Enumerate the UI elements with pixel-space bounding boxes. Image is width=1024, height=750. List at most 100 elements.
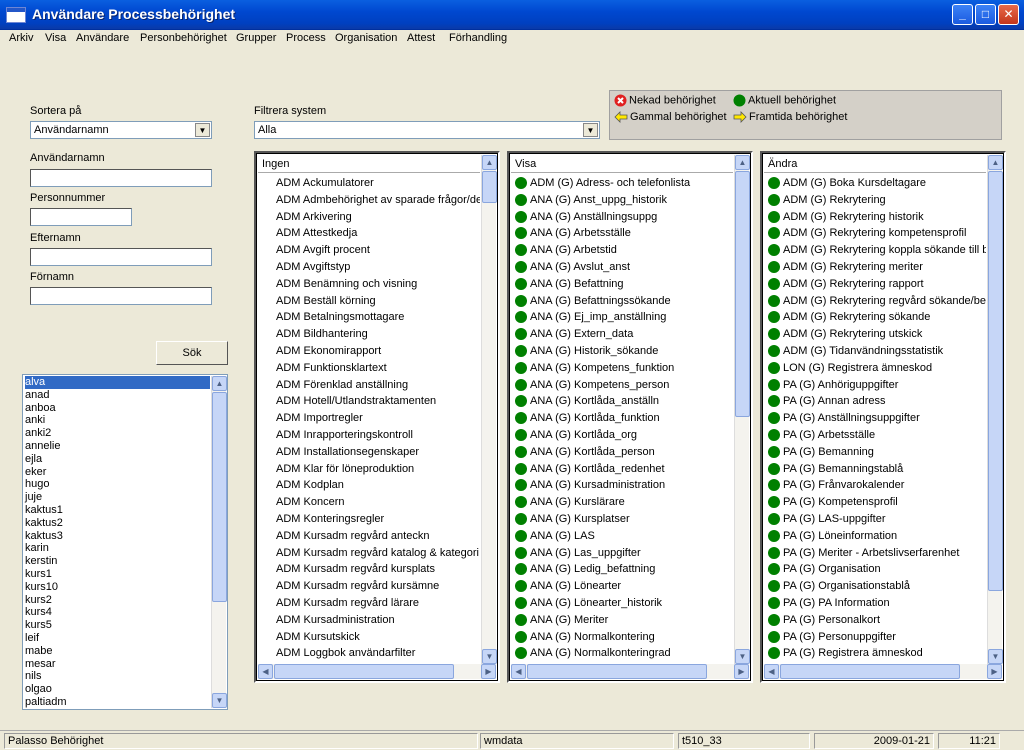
list-item[interactable]: ADM Kursadm regvård kursplats: [276, 563, 480, 579]
scroll-thumb[interactable]: [274, 664, 454, 679]
scroll-thumb[interactable]: [527, 664, 707, 679]
list-item[interactable]: ANA (G) Normalkonteringrad: [515, 647, 733, 663]
user-list-item[interactable]: kurs10: [25, 581, 58, 594]
user-list-item[interactable]: leif: [25, 632, 39, 645]
list-item[interactable]: ADM Kursadm regvård kursämne: [276, 580, 480, 596]
list-item[interactable]: ADM Avgiftstyp: [276, 261, 480, 277]
list-item[interactable]: ANA (G) Kompetens_funktion: [515, 361, 733, 378]
list-item[interactable]: PA (G) PA Information: [768, 597, 986, 613]
list-item[interactable]: ANA (G) Anställningsuppg: [515, 210, 733, 227]
user-list-item[interactable]: kurs4: [25, 606, 52, 619]
list-item[interactable]: ANA (G) Las_uppgifter: [515, 546, 733, 563]
username-input[interactable]: [30, 169, 212, 187]
vertical-scrollbar[interactable]: ▲ ▼: [481, 155, 497, 664]
list-item[interactable]: PA (G) Löneinformation: [768, 529, 986, 546]
horizontal-scrollbar[interactable]: ◀ ▶: [764, 664, 1002, 679]
list-andra[interactable]: Ändra ADM (G) Boka Kursdeltagare ADM (G) …: [760, 151, 1006, 683]
list-item[interactable]: ANA (G) Befattning: [515, 277, 733, 294]
scroll-right-icon[interactable]: ▶: [481, 664, 496, 679]
sort-combo[interactable]: Användarnamn ▼: [30, 121, 212, 139]
user-list-scrollbar[interactable]: ▲ ▼: [211, 376, 227, 708]
user-list-item[interactable]: kurs5: [25, 619, 52, 632]
scroll-down-icon[interactable]: ▼: [482, 649, 497, 664]
horizontal-scrollbar[interactable]: ◀ ▶: [511, 664, 749, 679]
menu-process[interactable]: Process: [286, 32, 326, 44]
list-item[interactable]: ADM Importregler: [276, 412, 480, 428]
chevron-down-icon[interactable]: ▼: [195, 123, 210, 137]
search-button[interactable]: Sök: [156, 341, 228, 365]
list-visa[interactable]: Visa ADM (G) Adress- och telefonlista ANA…: [507, 151, 753, 683]
list-item[interactable]: PA (G) Organisation: [768, 563, 986, 579]
list-item[interactable]: ADM Arkivering: [276, 211, 480, 227]
vertical-scrollbar[interactable]: ▲ ▼: [734, 155, 750, 664]
list-item[interactable]: ANA (G) Kursplatser: [515, 513, 733, 529]
list-item[interactable]: ANA (G) Ledig_befattning: [515, 563, 733, 579]
list-item[interactable]: ANA (G) Anst_uppg_historik: [515, 193, 733, 210]
user-list-item[interactable]: ejla: [25, 453, 42, 466]
list-item[interactable]: ANA (G) Meriter: [515, 613, 733, 630]
scroll-right-icon[interactable]: ▶: [734, 664, 749, 679]
list-item[interactable]: ADM (G) Rekrytering utskick: [768, 328, 986, 344]
menu-personbehorighet[interactable]: Personbehörighet: [140, 32, 227, 44]
list-item[interactable]: ADM (G) Rekrytering regvård sökande/befa: [768, 294, 986, 311]
scroll-thumb[interactable]: [988, 171, 1003, 591]
list-item[interactable]: ADM Ackumulatorer: [276, 177, 480, 193]
chevron-down-icon[interactable]: ▼: [583, 123, 598, 137]
list-item[interactable]: PA (G) Frånvarokalender: [768, 479, 986, 495]
scroll-left-icon[interactable]: ◀: [764, 664, 779, 679]
personnummer-input[interactable]: [30, 208, 132, 226]
list-item[interactable]: ADM Kursadm regvård lärare: [276, 597, 480, 613]
user-list-item[interactable]: eker: [25, 466, 46, 479]
list-item[interactable]: ANA (G) Arbetstid: [515, 244, 733, 260]
user-list-item[interactable]: kaktus3: [25, 530, 63, 543]
list-item[interactable]: ADM Kursadm regvård anteckn: [276, 530, 480, 546]
user-list-item[interactable]: juje: [25, 491, 42, 504]
list-item[interactable]: ADM Benämning och visning: [276, 278, 480, 294]
scroll-up-icon[interactable]: ▲: [988, 155, 1003, 170]
list-item[interactable]: ADM Avgift procent: [276, 244, 480, 260]
menu-forhandling[interactable]: Förhandling: [449, 32, 507, 44]
list-item[interactable]: ADM (G) Rekrytering: [768, 193, 986, 210]
list-item[interactable]: ADM Kursutskick: [276, 631, 480, 647]
scroll-left-icon[interactable]: ◀: [258, 664, 273, 679]
list-item[interactable]: ANA (G) Kortlåda_person: [515, 445, 733, 462]
user-list-item[interactable]: olgao: [25, 683, 52, 696]
list-item[interactable]: ADM Konteringsregler: [276, 513, 480, 529]
list-item[interactable]: ADM Beställ körning: [276, 295, 480, 311]
vertical-scrollbar[interactable]: ▲ ▼: [987, 155, 1003, 664]
user-list-item[interactable]: mesar: [25, 658, 56, 671]
list-item[interactable]: ANA (G) Normalkontering: [515, 630, 733, 647]
scroll-up-icon[interactable]: ▲: [735, 155, 750, 170]
list-item[interactable]: ADM (G) Rekrytering meriter: [768, 261, 986, 277]
list-item[interactable]: ADM (G) Rekrytering koppla sökande till …: [768, 244, 986, 260]
list-item[interactable]: ADM Bildhantering: [276, 328, 480, 344]
list-item[interactable]: ANA (G) Kompetens_person: [515, 378, 733, 395]
menu-attest[interactable]: Attest: [407, 32, 435, 44]
scroll-thumb[interactable]: [735, 171, 750, 417]
list-item[interactable]: PA (G) Personuppgifter: [768, 630, 986, 647]
maximize-button[interactable]: □: [975, 4, 996, 25]
list-item[interactable]: ADM (G) Rekrytering sökande: [768, 311, 986, 327]
menu-organisation[interactable]: Organisation: [335, 32, 397, 44]
scroll-down-icon[interactable]: ▼: [735, 649, 750, 664]
list-item[interactable]: ADM Inrapporteringskontroll: [276, 429, 480, 445]
user-list-item[interactable]: mabe: [25, 645, 53, 658]
scroll-down-icon[interactable]: ▼: [988, 649, 1003, 664]
scroll-left-icon[interactable]: ◀: [511, 664, 526, 679]
user-list-item[interactable]: nils: [25, 670, 42, 683]
scroll-up-icon[interactable]: ▲: [482, 155, 497, 170]
close-button[interactable]: ✕: [998, 4, 1019, 25]
list-item[interactable]: PA (G) Registrera ämneskod: [768, 647, 986, 663]
list-item[interactable]: PA (G) LAS-uppgifter: [768, 513, 986, 529]
scroll-down-icon[interactable]: ▼: [212, 693, 227, 708]
list-item[interactable]: ADM Admbehörighet av sparade frågor/del: [276, 194, 480, 210]
list-item[interactable]: ADM Koncern: [276, 496, 480, 512]
list-item[interactable]: PA (G) Organisationstablå: [768, 580, 986, 596]
scroll-thumb[interactable]: [212, 392, 227, 602]
list-item[interactable]: ADM Attestkedja: [276, 227, 480, 243]
list-item[interactable]: PA (G) Anhöriguppgifter: [768, 378, 986, 395]
user-list-item[interactable]: anki: [25, 414, 45, 427]
efternamn-input[interactable]: [30, 248, 212, 266]
list-item[interactable]: ADM (G) Rekrytering historik: [768, 210, 986, 227]
list-item[interactable]: ADM Kursadm regvård katalog & kategori: [276, 547, 480, 563]
